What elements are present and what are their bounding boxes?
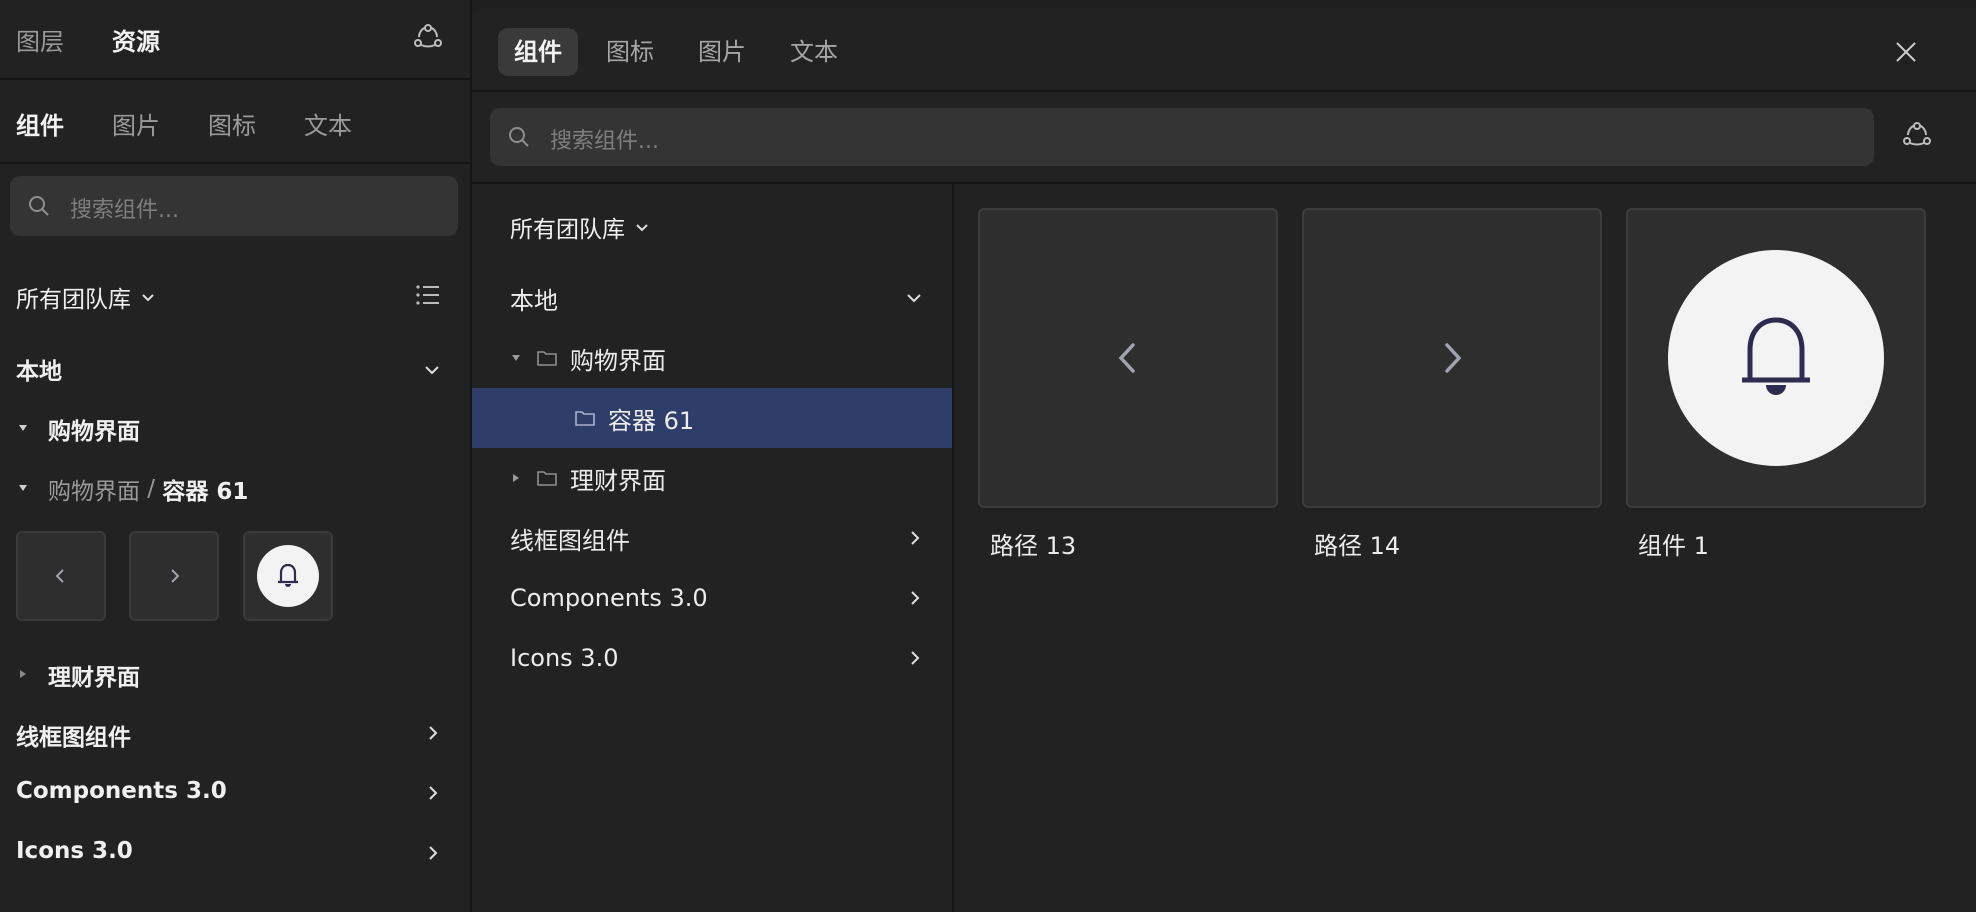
caret-down-icon[interactable] — [17, 422, 29, 434]
tab-images[interactable]: 图片 — [698, 28, 746, 76]
folder-icon — [575, 411, 595, 426]
folder-shopping-label: 购物界面 — [48, 419, 140, 445]
tab-components[interactable]: 组件 — [498, 28, 578, 76]
chevron-right-icon — [911, 591, 920, 605]
team-library-icon[interactable] — [413, 24, 443, 52]
breadcrumb-separator: / — [140, 476, 163, 502]
library-selector-label: 所有团队库 — [510, 217, 625, 243]
chevron-right-icon — [911, 651, 920, 665]
tab-text[interactable]: 文本 — [790, 28, 838, 76]
component-thumb-bell[interactable] — [243, 531, 333, 621]
tree-container-61-label: 容器 61 — [608, 406, 695, 435]
divider — [0, 78, 470, 80]
section-icons-3[interactable]: Icons 3.0 — [16, 838, 133, 864]
chevron-right-icon — [1445, 343, 1462, 373]
component-card-path-13[interactable] — [978, 208, 1278, 508]
chevron-down-icon — [142, 294, 154, 302]
search-input[interactable]: 搜索组件... — [490, 108, 1874, 166]
component-label: 路径 14 — [1314, 532, 1401, 560]
search-placeholder: 搜索组件... — [550, 129, 659, 154]
section-components-3-label: Components 3.0 — [16, 778, 227, 804]
folder-finance-label: 理财界面 — [48, 665, 140, 691]
bell-icon — [278, 563, 298, 587]
component-library-dialog: 组件 图标 图片 文本 搜索组件... 所有团队库 本地 购物界面 容器 61 — [472, 8, 1976, 912]
library-selector-label: 所有团队库 — [16, 287, 131, 313]
divider — [472, 90, 1976, 92]
section-components-3[interactable]: Components 3.0 — [16, 778, 227, 804]
divider — [472, 182, 1976, 184]
component-label: 路径 13 — [990, 532, 1077, 560]
folder-shopping[interactable]: 购物界面 — [48, 412, 140, 446]
tree-container-61[interactable]: 容器 61 — [472, 388, 952, 448]
caret-right-icon[interactable] — [18, 668, 28, 680]
tree-section-components-3-label: Components 3.0 — [510, 584, 708, 612]
local-label: 本地 — [16, 359, 62, 385]
search-icon — [509, 127, 529, 147]
tab-assets[interactable]: 资源 — [112, 22, 160, 57]
chevron-down-icon[interactable] — [422, 360, 442, 380]
bell-badge — [1668, 250, 1884, 466]
tree-section-components-3[interactable]: Components 3.0 — [472, 568, 952, 628]
component-label: 组件 1 — [1638, 532, 1709, 560]
tree-local[interactable]: 本地 — [472, 268, 952, 328]
divider — [952, 184, 954, 912]
component-card-path-14[interactable] — [1302, 208, 1602, 508]
subtab-images[interactable]: 图片 — [112, 106, 160, 141]
breadcrumb: 购物界面 / 容器 61 — [48, 472, 248, 506]
caret-down-icon[interactable] — [17, 482, 29, 494]
bell-badge — [257, 545, 319, 607]
subtab-icons[interactable]: 图标 — [208, 106, 256, 141]
component-thumb-prev[interactable] — [16, 531, 106, 621]
breadcrumb-parent[interactable]: 购物界面 — [48, 472, 140, 506]
tree-folder-finance[interactable]: 理财界面 — [472, 448, 952, 508]
chevron-left-icon — [55, 569, 64, 583]
chevron-right-icon[interactable] — [424, 843, 442, 863]
caret-down-icon — [512, 355, 520, 361]
chevron-right-icon[interactable] — [424, 783, 442, 803]
subtab-text[interactable]: 文本 — [304, 106, 352, 141]
team-library-icon[interactable] — [1902, 122, 1932, 150]
section-icons-3-label: Icons 3.0 — [16, 838, 133, 864]
library-selector[interactable]: 所有团队库 — [16, 280, 157, 314]
tree-folder-shopping[interactable]: 购物界面 — [472, 328, 952, 388]
folder-icon — [537, 351, 557, 366]
tab-icons[interactable]: 图标 — [606, 28, 654, 76]
folder-icon — [537, 471, 557, 486]
close-icon[interactable] — [1894, 40, 1918, 64]
assets-panel: 图层 资源 组件 图片 图标 文本 搜索组件... 所有团队库 本地 购物界面 … — [0, 0, 472, 912]
tab-layers[interactable]: 图层 — [16, 22, 64, 57]
chevron-right-icon — [911, 531, 920, 545]
search-icon — [29, 196, 49, 216]
chevron-left-icon — [1118, 343, 1135, 373]
divider — [0, 162, 470, 164]
chevron-right-icon[interactable] — [424, 723, 442, 743]
bell-icon — [1742, 317, 1810, 395]
library-selector[interactable]: 所有团队库 — [510, 210, 651, 244]
tree-section-icons-3-label: Icons 3.0 — [510, 644, 619, 672]
chevron-right-icon — [171, 569, 180, 583]
caret-right-icon — [513, 474, 519, 482]
breadcrumb-current: 容器 61 — [162, 479, 249, 505]
folder-finance[interactable]: 理财界面 — [48, 658, 140, 692]
chevron-down-icon — [907, 294, 921, 303]
section-wireframe[interactable]: 线框图组件 — [16, 718, 131, 752]
subtab-components[interactable]: 组件 — [16, 106, 64, 141]
tree-folder-finance-label: 理财界面 — [570, 466, 666, 495]
tree-section-wireframe-label: 线框图组件 — [510, 526, 630, 555]
chevron-down-icon — [636, 224, 648, 232]
component-thumb-next[interactable] — [129, 531, 219, 621]
section-wireframe-label: 线框图组件 — [16, 725, 131, 751]
tree-folder-shopping-label: 购物界面 — [570, 346, 666, 375]
tree-section-wireframe[interactable]: 线框图组件 — [472, 508, 952, 568]
tree-section-icons-3[interactable]: Icons 3.0 — [472, 628, 952, 688]
list-view-icon[interactable] — [415, 283, 441, 307]
tree-local-label: 本地 — [510, 286, 558, 315]
local-section[interactable]: 本地 — [16, 352, 62, 386]
component-card-component-1[interactable] — [1626, 208, 1926, 508]
search-input[interactable]: 搜索组件... — [10, 176, 458, 236]
search-placeholder: 搜索组件... — [70, 198, 179, 223]
